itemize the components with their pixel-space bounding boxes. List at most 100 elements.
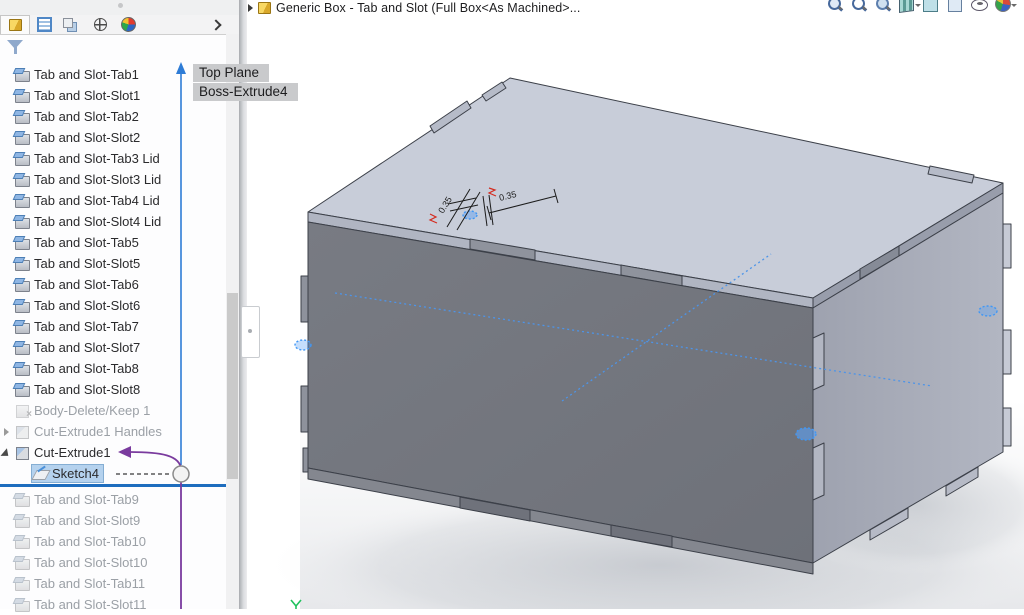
corner-notch xyxy=(812,442,825,501)
previous-view-icon[interactable] xyxy=(874,0,892,13)
breadcrumb[interactable]: Generic Box - Tab and Slot (Full Box<As … xyxy=(248,0,580,16)
tree-item[interactable]: Body-Delete/Keep 1 xyxy=(0,400,227,421)
tree-item[interactable]: Sketch4 xyxy=(0,463,227,484)
tree-item-label: Tab and Slot-Slot8 xyxy=(34,382,141,397)
tree-item-label: Tab and Slot-Tab10 xyxy=(34,534,147,549)
zoom-to-area-icon[interactable] xyxy=(850,0,868,13)
tree-item[interactable]: Tab and Slot-Slot2 xyxy=(0,127,227,148)
tree-item[interactable]: Tab and Slot-Slot4 Lid xyxy=(0,211,227,232)
expand-arrow[interactable] xyxy=(0,253,14,274)
tree-item-label: Tab and Slot-Tab3 Lid xyxy=(34,151,160,166)
tree-filter-icon[interactable] xyxy=(6,38,24,56)
tree-item-label: Cut-Extrude1 xyxy=(34,445,111,460)
expand-arrow[interactable] xyxy=(0,510,14,531)
tooltip-line-boss-extrude: Boss-Extrude4 xyxy=(193,83,298,101)
tree-item[interactable]: Tab and Slot-Slot8 xyxy=(0,379,227,400)
expand-arrow[interactable] xyxy=(0,85,14,106)
tab-and-slot-icon xyxy=(15,514,30,528)
expand-arrow[interactable] xyxy=(0,489,14,510)
hide-show-items-icon[interactable] xyxy=(970,0,988,13)
expand-arrow[interactable] xyxy=(0,169,14,190)
expand-arrow[interactable] xyxy=(0,148,14,169)
view-orientation-icon[interactable] xyxy=(922,0,940,13)
expand-arrow[interactable] xyxy=(0,337,14,358)
tree-item-label: Tab and Slot-Tab11 xyxy=(34,576,146,591)
reference-tooltip: Top Plane Boss-Extrude4 xyxy=(193,64,298,102)
tree-item[interactable]: Tab and Slot-Tab3 Lid xyxy=(0,148,227,169)
feature-tree: Tab and Slot-Tab1 Tab and Slot-Slot1 Tab… xyxy=(0,64,227,615)
edge-tab-right xyxy=(1002,223,1012,269)
expand-arrow[interactable] xyxy=(0,594,14,615)
tree-item[interactable]: Cut-Extrude1 xyxy=(0,442,227,463)
expand-arrow[interactable] xyxy=(0,211,14,232)
expand-arrow[interactable] xyxy=(0,358,14,379)
tree-item-label: Tab and Slot-Slot1 xyxy=(34,88,141,103)
zoom-to-fit-icon[interactable] xyxy=(826,0,844,13)
display-style-icon[interactable] xyxy=(946,0,964,13)
tab-and-slot-icon xyxy=(15,257,30,271)
tree-item-label: Tab and Slot-Slot6 xyxy=(34,298,141,313)
tree-item[interactable]: Tab and Slot-Slot9 xyxy=(0,510,227,531)
expand-arrow[interactable] xyxy=(0,463,32,484)
tree-item[interactable]: Tab and Slot-Tab4 Lid xyxy=(0,190,227,211)
expand-arrow[interactable] xyxy=(0,295,14,316)
expand-arrow[interactable] xyxy=(0,190,14,211)
tab-and-slot-icon xyxy=(15,194,30,208)
tree-item-label: Tab and Slot-Tab7 xyxy=(34,319,139,334)
panel-top-strip xyxy=(0,0,239,15)
configurationmanager-tab[interactable] xyxy=(58,15,86,34)
expand-arrow[interactable] xyxy=(0,400,14,421)
panel-tabs-overflow-chevron[interactable] xyxy=(205,15,229,34)
expand-arrow[interactable] xyxy=(0,573,14,594)
tree-item[interactable]: Cut-Extrude1 Handles xyxy=(0,421,227,442)
tree-item[interactable]: Tab and Slot-Tab10 xyxy=(0,531,227,552)
expand-arrow[interactable] xyxy=(0,106,14,127)
panel-splitter-handle[interactable] xyxy=(241,306,260,358)
expand-arrow[interactable] xyxy=(0,64,14,85)
tree-item[interactable]: Tab and Slot-Tab8 xyxy=(0,358,227,379)
section-view-icon[interactable] xyxy=(898,0,921,13)
headsup-view-toolbar[interactable] xyxy=(826,0,1017,13)
displaymanager-tab[interactable] xyxy=(114,15,142,34)
tab-and-slot-icon xyxy=(15,152,30,166)
tree-item[interactable]: Tab and Slot-Slot7 xyxy=(0,337,227,358)
tree-item-label: Tab and Slot-Slot9 xyxy=(34,513,141,528)
window-control-dot-icon xyxy=(118,3,123,8)
propertymanager-tab[interactable] xyxy=(30,15,58,34)
expand-arrow[interactable] xyxy=(0,531,14,552)
expand-arrow[interactable] xyxy=(0,232,14,253)
tree-item[interactable]: Tab and Slot-Tab5 xyxy=(0,232,227,253)
tree-scrollbar[interactable] xyxy=(226,34,239,609)
tree-item[interactable]: Tab and Slot-Slot5 xyxy=(0,253,227,274)
tree-item[interactable]: Tab and Slot-Tab9 xyxy=(0,489,227,510)
part-icon xyxy=(258,2,271,14)
expand-arrow[interactable] xyxy=(0,552,14,573)
cut-extrude-icon xyxy=(15,446,30,460)
tree-item[interactable]: Tab and Slot-Slot3 Lid xyxy=(0,169,227,190)
tree-item[interactable]: Tab and Slot-Slot6 xyxy=(0,295,227,316)
dimxpertmanager-tab[interactable] xyxy=(86,15,114,34)
tree-item[interactable]: Tab and Slot-Slot11 xyxy=(0,594,227,615)
tab-and-slot-icon xyxy=(15,131,30,145)
expand-arrow[interactable] xyxy=(0,274,14,295)
tree-item[interactable]: Tab and Slot-Tab11 xyxy=(0,573,227,594)
expand-arrow[interactable] xyxy=(0,379,14,400)
tree-item[interactable]: Tab and Slot-Tab6 xyxy=(0,274,227,295)
tree-item-label: Tab and Slot-Slot2 xyxy=(34,130,141,145)
tree-item[interactable]: Tab and Slot-Slot10 xyxy=(0,552,227,573)
expand-arrow[interactable] xyxy=(0,442,14,463)
rollback-bar[interactable] xyxy=(0,484,227,487)
panel-tab-bar[interactable] xyxy=(0,15,239,35)
tab-and-slot-icon xyxy=(15,320,30,334)
breadcrumb-flyout-icon[interactable] xyxy=(248,4,253,12)
edit-appearance-icon[interactable] xyxy=(994,0,1017,13)
expand-arrow[interactable] xyxy=(0,316,14,337)
tree-item[interactable]: Tab and Slot-Tab2 xyxy=(0,106,227,127)
tree-item-label: Tab and Slot-Tab6 xyxy=(34,277,139,292)
scrollbar-thumb[interactable] xyxy=(227,293,238,479)
expand-arrow[interactable] xyxy=(0,127,14,148)
featuremanager-tab[interactable] xyxy=(0,15,30,34)
tree-item[interactable]: Tab and Slot-Tab7 xyxy=(0,316,227,337)
expand-arrow[interactable] xyxy=(0,421,14,442)
tree-item-label: Tab and Slot-Tab2 xyxy=(34,109,139,124)
